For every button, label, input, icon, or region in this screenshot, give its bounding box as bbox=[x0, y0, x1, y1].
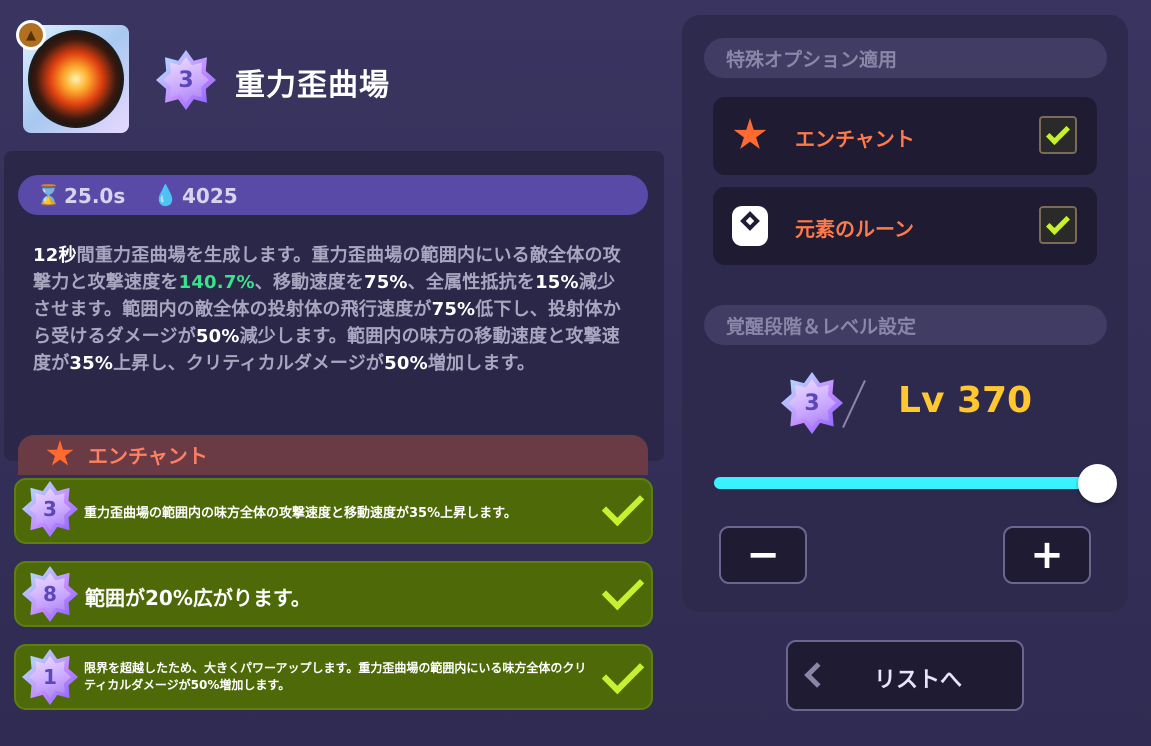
option-enchant-label: エンチャント bbox=[795, 127, 915, 151]
special-options-header: 特殊オプション適用 bbox=[704, 38, 1107, 78]
rune-icon bbox=[732, 206, 768, 246]
cooldown-value: 25.0s bbox=[64, 184, 126, 208]
level-value: Lv 370 bbox=[898, 380, 1033, 421]
description-segment: 50% bbox=[195, 326, 240, 347]
effect-grade-number: 8 bbox=[29, 573, 71, 615]
description-segment: 50% bbox=[384, 353, 428, 374]
minus-icon: − bbox=[746, 532, 780, 578]
element-badge-icon: ▲ bbox=[16, 20, 46, 50]
option-rune-label: 元素のルーン bbox=[795, 217, 914, 241]
increase-level-button[interactable]: + bbox=[1003, 526, 1091, 584]
description-segment: 、移動速度を bbox=[254, 272, 364, 293]
description-segment: 上昇し、クリティカルダメージが bbox=[113, 353, 385, 374]
back-to-list-button[interactable]: リストへ bbox=[786, 640, 1024, 711]
level-settings-header: 覚醒段階＆レベル設定 bbox=[704, 305, 1107, 345]
chevron-left-icon bbox=[804, 662, 830, 688]
mana-drop-icon: 💧 bbox=[153, 183, 178, 207]
check-icon bbox=[1045, 120, 1071, 146]
check-icon bbox=[1045, 210, 1071, 236]
decrease-level-button[interactable]: − bbox=[719, 526, 807, 584]
level-slider-track[interactable] bbox=[714, 477, 1098, 489]
effect-grade-number: 3 bbox=[29, 488, 71, 530]
description-segment: 、全属性抵抗を bbox=[407, 272, 536, 293]
plus-icon: + bbox=[1030, 532, 1064, 578]
grade-number: 3 bbox=[163, 57, 209, 103]
back-to-list-label: リストへ bbox=[874, 668, 963, 693]
skill-description: 12秒間重力歪曲場を生成します。重力歪曲場の範囲内にいる敵全体の攻撃力と攻撃速度… bbox=[33, 242, 633, 377]
grade-star-badge: 3 bbox=[156, 50, 216, 110]
description-segment: 140.7% bbox=[178, 272, 255, 293]
enchant-section-label: エンチャント bbox=[88, 444, 208, 468]
description-segment: 15% bbox=[535, 272, 579, 293]
description-segment: 75% bbox=[431, 299, 476, 320]
skill-title: 重力歪曲場 bbox=[235, 68, 390, 103]
hourglass-icon: ⌛ bbox=[36, 183, 61, 207]
rune-checkbox[interactable] bbox=[1039, 206, 1077, 244]
effect-text: 限界を超越したため、大きくパワーアップします。重力歪曲場の範囲内にいる味方全体の… bbox=[84, 661, 587, 692]
cost-value: 4025 bbox=[182, 184, 238, 208]
level-slider-thumb[interactable] bbox=[1078, 464, 1117, 503]
awakening-grade-number: 3 bbox=[788, 379, 836, 427]
description-segment: 12秒 bbox=[33, 245, 77, 266]
description-segment: 35% bbox=[69, 353, 114, 374]
description-segment: 75% bbox=[363, 272, 408, 293]
effect-text: 重力歪曲場の範囲内の味方全体の攻撃速度と移動速度が35%上昇します。 bbox=[84, 506, 517, 521]
description-segment: 増加します。 bbox=[427, 353, 536, 374]
effect-text: 範囲が20%広がります。 bbox=[85, 586, 311, 610]
effect-grade-number: 1 bbox=[29, 656, 71, 698]
enchant-checkbox[interactable] bbox=[1039, 116, 1077, 154]
